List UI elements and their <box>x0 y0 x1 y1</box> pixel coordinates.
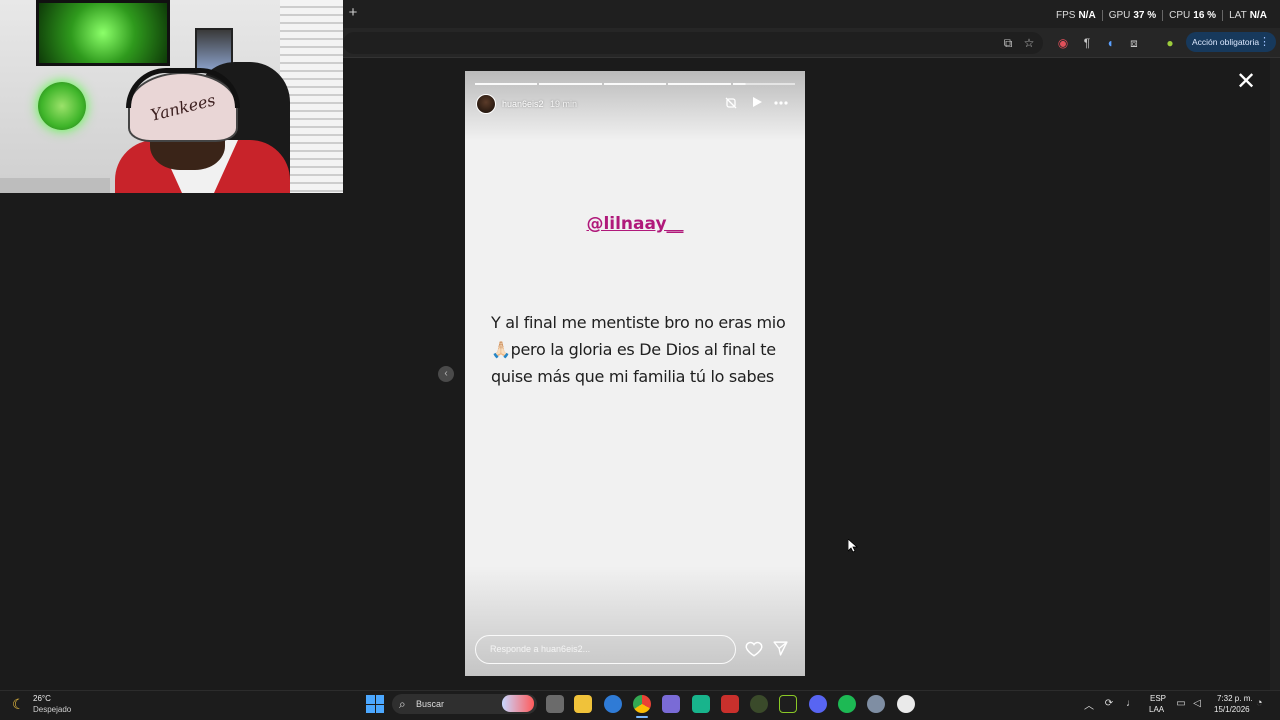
play-icon[interactable] <box>749 96 765 112</box>
bookmark-star-icon[interactable]: ☆ <box>1020 34 1038 52</box>
gpu-value: 37 % <box>1133 10 1157 22</box>
story-progress-segment <box>539 83 602 85</box>
notification-icon[interactable]: ◔ <box>1256 697 1263 709</box>
profile-avatar-icon[interactable]: ● <box>1161 34 1179 52</box>
story-progress-bar <box>475 83 796 85</box>
network-icon[interactable]: ▭ <box>1174 697 1188 711</box>
new-tab-button[interactable]: + <box>346 5 360 21</box>
story-author-avatar[interactable] <box>476 94 496 114</box>
xbox-icon[interactable] <box>750 695 768 713</box>
story-progress-segment <box>668 83 731 85</box>
fps-value: N/A <box>1078 10 1096 22</box>
game-controller-icon[interactable] <box>662 695 680 713</box>
keyboard-layout-indicator[interactable]: LAA <box>1149 705 1164 714</box>
webcam-shelf <box>0 178 110 193</box>
page-scrollbar[interactable] <box>1270 58 1280 690</box>
discord-icon[interactable] <box>809 695 827 713</box>
action-required-label: Acción obligatoria <box>1192 37 1260 47</box>
extension-audio-icon[interactable]: ◖ <box>1101 34 1119 52</box>
clock-time[interactable]: 7:32 p. m. <box>1217 694 1253 703</box>
extension-translate-icon[interactable]: ¶ <box>1078 34 1096 52</box>
story-progress-segment <box>603 83 667 85</box>
extension-record-icon[interactable]: ◉ <box>1054 34 1072 52</box>
more-options-icon[interactable] <box>773 96 789 112</box>
sync-icon[interactable]: ⟳ <box>1102 697 1116 711</box>
cpu-label: CPU <box>1169 10 1191 22</box>
app-arrow-icon[interactable] <box>779 695 797 713</box>
taskbar-search-label: Buscar <box>416 699 445 709</box>
task-view-icon[interactable] <box>546 695 564 713</box>
windows-start-icon[interactable] <box>366 695 384 713</box>
search-highlight-image <box>502 695 534 712</box>
spotify-icon[interactable] <box>838 695 856 713</box>
active-app-indicator <box>636 716 648 718</box>
moon-weather-icon[interactable]: ☾ <box>12 696 28 712</box>
story-reply-input[interactable]: Responde a huan6eis2... <box>475 635 736 664</box>
lat-value: N/A <box>1249 10 1267 22</box>
webcam-tv <box>36 0 170 66</box>
story-author-name[interactable]: huan6eis2 <box>502 99 544 109</box>
close-viewer-button[interactable]: ✕ <box>1234 70 1258 94</box>
browser-app-icon[interactable] <box>604 695 622 713</box>
cpu-value: 16 % <box>1193 10 1217 22</box>
share-send-icon[interactable] <box>772 640 792 660</box>
weather-description[interactable]: Despejado <box>33 705 71 714</box>
webcam-neon-logo <box>38 82 86 130</box>
file-explorer-icon[interactable] <box>574 695 592 713</box>
story-mention-link[interactable]: @lilnaay__ <box>465 214 805 234</box>
settings-gear-icon[interactable] <box>867 695 885 713</box>
microphone-icon[interactable]: ♩ <box>1124 697 1138 711</box>
install-app-icon[interactable]: ⧉ <box>999 34 1017 52</box>
mouse-cursor-icon <box>847 538 859 553</box>
app-green-icon[interactable] <box>692 695 710 713</box>
gpu-label: GPU <box>1108 10 1131 22</box>
chrome-icon[interactable] <box>633 695 651 713</box>
app-red-icon[interactable] <box>721 695 739 713</box>
clock-date[interactable]: 15/1/2026 <box>1214 705 1250 714</box>
mute-icon[interactable] <box>723 96 739 112</box>
story-progress-segment <box>475 83 538 85</box>
story-time-ago: 19 min <box>550 99 578 109</box>
weather-temperature[interactable]: 26°C <box>33 694 51 703</box>
volume-icon[interactable]: ◁ <box>1190 697 1204 711</box>
previous-story-button[interactable]: ‹ <box>438 366 454 382</box>
story-progress-segment <box>732 83 796 85</box>
lat-label: LAT <box>1229 10 1247 22</box>
search-icon: ⌕ <box>399 697 406 711</box>
action-required-button[interactable]: Acción obligatoria ⋮ <box>1186 32 1276 52</box>
browser-menu-icon[interactable]: ⋮ <box>1259 32 1270 52</box>
story-body-text: Y al final me mentiste bro no eras mio 🙏… <box>491 313 786 386</box>
address-bar[interactable] <box>343 32 1043 54</box>
tray-overflow-icon[interactable]: ︿ <box>1084 697 1094 712</box>
webcam-overlay: Yankees <box>0 0 343 193</box>
extensions-puzzle-icon[interactable]: ⧈ <box>1125 34 1143 52</box>
language-indicator[interactable]: ESP <box>1150 694 1166 703</box>
performance-overlay: FPS N/A GPU 37 % CPU 16 % LAT N/A <box>1050 10 1267 26</box>
like-heart-icon[interactable] <box>745 640 765 660</box>
story-card[interactable]: huan6eis2 19 min @lilnaay__ Y al final m… <box>465 71 805 676</box>
fps-label: FPS <box>1056 10 1076 22</box>
obs-icon[interactable] <box>897 695 915 713</box>
